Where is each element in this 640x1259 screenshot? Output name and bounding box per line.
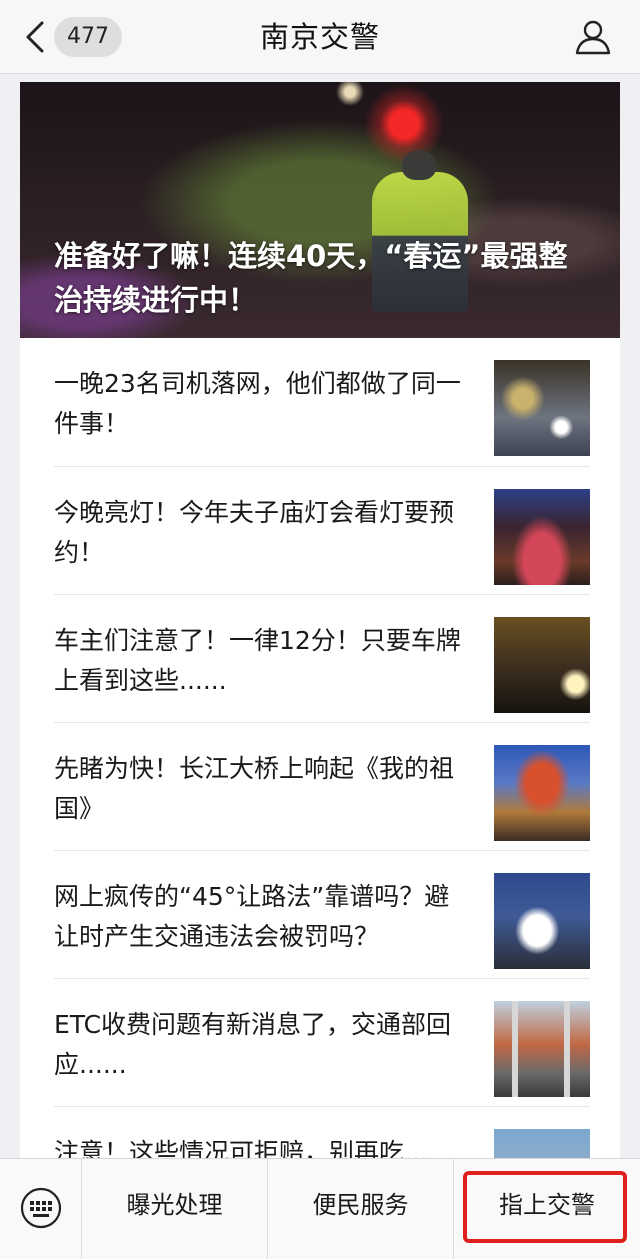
list-item[interactable]: 网上疯传的“45°让路法”靠谱吗？避让时产生交通违法会被罚吗？ (54, 850, 590, 978)
list-item[interactable]: 先睹为快！长江大桥上响起《我的祖国》 (54, 722, 590, 850)
menu-item-exposure[interactable]: 曝光处理 (82, 1159, 268, 1259)
hero-article[interactable]: 准备好了嘛！连续40天，“春运”最强整治持续进行中！ (20, 82, 620, 338)
menu-item-services[interactable]: 便民服务 (268, 1159, 454, 1259)
article-thumbnail (494, 1129, 590, 1158)
article-thumbnail (494, 360, 590, 456)
bottom-menu-bar: 曝光处理 便民服务 指上交警 (0, 1158, 640, 1259)
list-item[interactable]: 车主们注意了！一律12分！只要车牌上看到这些...... (54, 594, 590, 722)
article-title: 网上疯传的“45°让路法”靠谱吗？避让时产生交通违法会被罚吗？ (54, 882, 450, 951)
list-item[interactable]: 注意！这些情况可拒赔，别再吃... (54, 1106, 590, 1158)
article-list: 准备好了嘛！连续40天，“春运”最强整治持续进行中！ 一晚23名司机落网，他们都… (20, 82, 620, 1158)
list-item[interactable]: 今晚亮灯！今年夫子庙灯会看灯要预约！ (54, 466, 590, 594)
article-thumbnail (494, 1001, 590, 1097)
article-title: 车主们注意了！一律12分！只要车牌上看到这些...... (54, 626, 461, 695)
menu-item-traffic-police[interactable]: 指上交警 (454, 1159, 640, 1259)
article-title: 一晚23名司机落网，他们都做了同一件事！ (54, 369, 461, 438)
keyboard-toggle-button[interactable] (0, 1159, 82, 1259)
list-item[interactable]: 一晚23名司机落网，他们都做了同一件事！ (54, 338, 590, 466)
article-thumbnail (494, 617, 590, 713)
article-title: 注意！这些情况可拒赔，别再吃... (54, 1138, 428, 1158)
keyboard-icon (20, 1187, 62, 1229)
article-title: ETC收费问题有新消息了，交通部回应...... (54, 1010, 452, 1079)
back-arrow-icon[interactable] (22, 20, 48, 54)
unread-count-badge[interactable]: 477 (54, 17, 122, 57)
nav-bar: 477 南京交警 (0, 0, 640, 74)
hero-article-title: 准备好了嘛！连续40天，“春运”最强整治持续进行中！ (54, 239, 568, 317)
article-thumbnail (494, 745, 590, 841)
list-item[interactable]: ETC收费问题有新消息了，交通部回应...... (54, 978, 590, 1106)
article-title: 先睹为快！长江大桥上响起《我的祖国》 (54, 754, 455, 823)
article-thumbnail (494, 873, 590, 969)
article-title: 今晚亮灯！今年夫子庙灯会看灯要预约！ (54, 498, 455, 567)
article-thumbnail (494, 489, 590, 585)
profile-icon[interactable] (574, 18, 612, 56)
